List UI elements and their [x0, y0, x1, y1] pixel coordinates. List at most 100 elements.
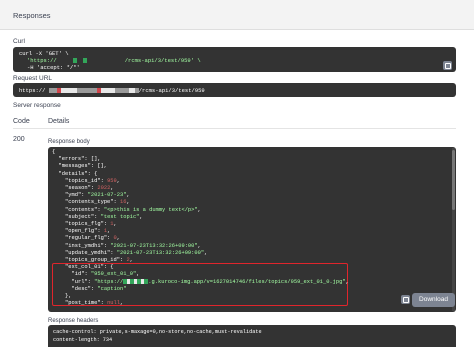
json-line: "inst_ymdhi": "2021-07-23T13:32:26+09:00… — [65, 243, 201, 249]
json-line: "update_ymdhi": "2021-07-23T13:32:26+09:… — [65, 250, 207, 256]
json-line: "id": "959_ext_01_0", — [72, 271, 140, 277]
json-token: null — [107, 300, 121, 307]
json-token: "caption" — [97, 285, 127, 292]
json-token: 959 — [107, 177, 117, 184]
redacted-host — [82, 58, 87, 64]
json-line: "season": 2022, — [65, 185, 114, 191]
json-token: , — [116, 235, 121, 242]
responses-title: Responses — [13, 11, 51, 20]
json-token: "season": — [65, 185, 98, 191]
json-token: "2021-07-23T13:32:26+09:00" — [110, 242, 198, 249]
json-token: "2021-07-23" — [87, 192, 127, 199]
curl-label: Curl — [13, 38, 25, 45]
json-token: , — [126, 192, 130, 199]
scrollbar-thumb[interactable] — [452, 150, 455, 210]
json-token: "url": — [71, 278, 95, 285]
copy-curl-icon[interactable] — [443, 61, 452, 70]
curl-line-2: 'https:// /rcms-api/3/test/959' \ — [19, 57, 201, 64]
json-token: , — [129, 257, 133, 263]
responses-panel: Responses Curl curl -X 'GET' \ 'https://… — [0, 0, 474, 347]
json-line: "open_flg": 1, — [65, 228, 110, 234]
request-url-text: https:// /rcms-api/3/test/959 — [19, 87, 205, 94]
curl-url-suffix: /rcms-api/3/test/959' \ — [124, 57, 201, 64]
table-divider — [13, 128, 456, 129]
json-line: "ext_col_01": { — [65, 264, 114, 270]
json-line: "topics_group_id": 2, — [65, 257, 133, 263]
redacted-host — [114, 88, 129, 94]
json-token: "open_flg": — [65, 228, 104, 235]
json-token: 2022 — [97, 185, 111, 191]
json-line: "desc": "caption" — [72, 286, 127, 292]
json-token: "errors": [], — [58, 156, 101, 163]
json-token: , — [116, 177, 121, 184]
json-token: "topics_id": — [65, 177, 108, 184]
json-line: "topics_flg": 1, — [65, 221, 117, 227]
copy-response-icon[interactable] — [401, 295, 410, 304]
json-token: "id": — [71, 271, 91, 278]
response-code: 200 — [13, 136, 25, 143]
curl-code-block[interactable]: curl -X 'GET' \ 'https:// /rcms-api/3/tes… — [13, 47, 456, 72]
response-headers-block[interactable]: cache-control: private,s-maxage=0,no-sto… — [48, 325, 456, 347]
responses-header: Responses — [0, 0, 474, 30]
json-token: "update_ymdhi": — [65, 249, 117, 256]
json-token: "ymd": — [65, 192, 88, 199]
download-button[interactable]: Download — [412, 293, 455, 307]
json-token: , — [107, 228, 111, 235]
curl-url-prefix: 'https:// — [27, 57, 57, 64]
json-token: "contents_type": — [65, 199, 120, 206]
json-line: "subject": "test topic", — [65, 214, 143, 220]
json-line: "post_time": null, — [65, 300, 123, 306]
json-line: "errors": [], — [59, 156, 101, 162]
json-token: "<p>this is a dummy text</p>" — [103, 206, 198, 213]
response-body-label: Response body — [48, 139, 90, 145]
json-token: , — [345, 278, 349, 285]
json-token: "topics_group_id": — [65, 257, 127, 263]
response-headers-label: Response headers — [48, 318, 99, 324]
json-token: "test topic" — [100, 213, 140, 220]
json-token: }, — [65, 293, 72, 299]
json-token: "subject": — [65, 213, 101, 220]
server-response-label: Server response — [13, 102, 61, 109]
redacted-host — [100, 88, 115, 94]
json-line: "regular_flg": 0, — [65, 235, 120, 241]
curl-line-3: -H 'accept: */*' — [19, 64, 80, 71]
json-token: "regular_flg": — [65, 235, 114, 242]
header-line-2: content-length: 734 — [53, 337, 113, 343]
redacted-host — [72, 58, 77, 64]
request-url-suffix: /rcms-api/3/test/959 — [138, 87, 205, 94]
json-token: { — [52, 149, 56, 155]
json-token: "post_time": — [65, 300, 108, 307]
json-token: "inst_ymdhi": — [65, 242, 111, 249]
header-line-1: cache-control: private,s-maxage=0,no-sto… — [53, 329, 262, 335]
curl-header-flag: -H 'accept: */*' — [27, 64, 80, 71]
json-line: "contents": "<p>this is a dummy text</p>… — [65, 207, 201, 213]
response-body-block[interactable]: { "errors": [], "messages": [], "details": … — [48, 147, 456, 312]
json-line: }, — [65, 293, 71, 299]
json-line: { — [52, 149, 55, 155]
json-line: "messages": [], — [59, 163, 108, 169]
redacted-host — [60, 88, 77, 94]
json-token: "2021-07-23T13:32:26+09:00" — [116, 249, 205, 256]
redacted-host — [76, 88, 97, 94]
redacted-host — [48, 88, 57, 94]
json-token: , — [136, 271, 140, 278]
json-token: , — [110, 185, 114, 191]
json-line: "contents_type": 16, — [65, 199, 130, 205]
curl-line-1: curl -X 'GET' \ — [19, 50, 69, 57]
json-token: "ext_col_01": { — [65, 264, 114, 271]
json-token: "contents": — [65, 206, 104, 213]
json-token: , — [197, 242, 201, 249]
json-token: "959_ext_01_0" — [90, 271, 137, 278]
json-line: "topics_id": 959, — [65, 178, 120, 184]
json-token: , — [197, 206, 201, 213]
json-line: "details": { — [59, 171, 98, 177]
json-token: , — [139, 213, 143, 220]
json-token: , — [120, 300, 124, 307]
json-token: "https:// — [94, 278, 124, 285]
request-url-block[interactable]: https:// /rcms-api/3/test/959 — [13, 83, 456, 97]
json-token: , — [204, 249, 208, 256]
json-token: "details": { — [58, 170, 98, 177]
json-token: "topics_flg": — [65, 221, 111, 227]
json-token: , — [126, 199, 130, 206]
json-token: "messages": [], — [58, 163, 108, 170]
